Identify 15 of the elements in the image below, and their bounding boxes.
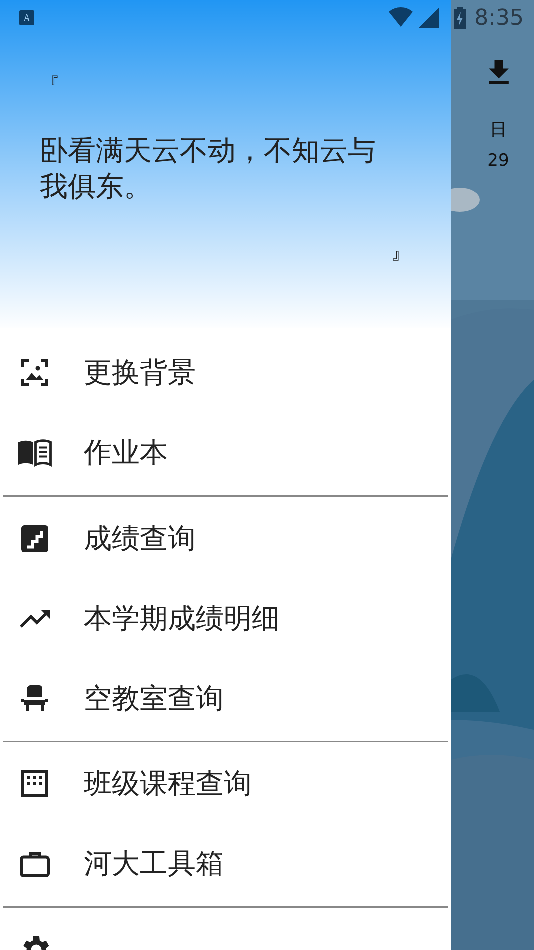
quote-mark: 』 (391, 239, 411, 266)
quote-text: 卧看满天云不动，不知云与我俱东。 (40, 133, 377, 205)
keyboard-icon (18, 9, 36, 27)
day-label: 日 (490, 119, 507, 141)
menu-item[interactable]: 班级课程查询 (0, 744, 451, 824)
quote-mark: 『 (40, 72, 60, 99)
menu-item[interactable]: 更换背景 (0, 333, 451, 413)
menu-item[interactable]: 空教室查询 (0, 658, 451, 738)
signal-icon (416, 6, 441, 30)
menu-item[interactable]: 成绩查询 (0, 498, 451, 578)
status-time: 8:35 (474, 6, 524, 30)
day-number: 29 (488, 151, 510, 171)
menu-item[interactable]: 作业本 (0, 413, 451, 493)
menu-item[interactable]: 本学期成绩明细 (0, 578, 451, 658)
menu-item[interactable]: 河大工具箱 (0, 824, 451, 904)
